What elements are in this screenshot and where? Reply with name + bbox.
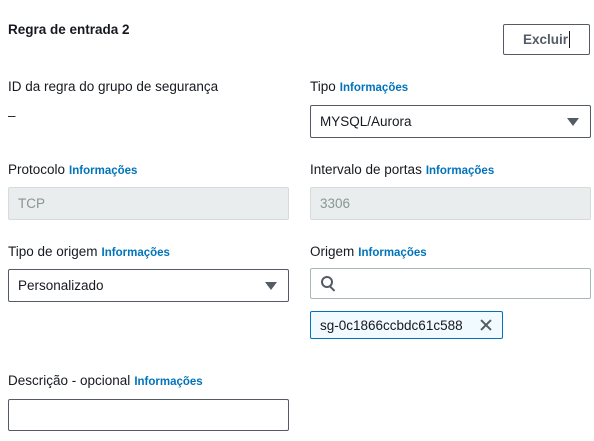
type-info-link[interactable]: Informações (340, 82, 408, 94)
description-input[interactable] (8, 399, 289, 431)
caret-down-icon (265, 282, 277, 290)
rule-id-value: – (8, 108, 16, 123)
source-token: sg-0c1866ccbdc61c588 (310, 311, 503, 339)
delete-button[interactable]: Excluir (503, 24, 590, 55)
protocol-info-link[interactable]: Informações (69, 165, 137, 177)
text-cursor (569, 31, 571, 48)
port-range-label: Intervalo de portas Informações (310, 162, 494, 177)
description-label: Descrição - opcional Informações (8, 373, 203, 388)
source-token-label: sg-0c1866ccbdc61c588 (320, 317, 463, 333)
source-type-info-link[interactable]: Informações (102, 247, 170, 259)
type-select[interactable]: MYSQL/Aurora (310, 105, 591, 138)
source-type-value: Personalizado (18, 278, 104, 293)
type-select-value: MYSQL/Aurora (320, 114, 412, 129)
port-range-label-text: Intervalo de portas (310, 162, 422, 177)
protocol-field: TCP (8, 187, 289, 220)
rule-title: Regra de entrada 2 (8, 22, 130, 37)
protocol-value: TCP (18, 196, 45, 211)
source-label: Origem Informações (310, 244, 427, 259)
delete-button-label: Excluir (522, 32, 569, 47)
port-range-info-link[interactable]: Informações (426, 165, 494, 177)
rule-id-label: ID da regra do grupo de segurança (8, 79, 218, 94)
inbound-rule-panel: Regra de entrada 2 Excluir ID da regra d… (0, 0, 594, 441)
protocol-label: Protocolo Informações (8, 162, 137, 177)
source-type-label: Tipo de origem Informações (8, 244, 170, 259)
port-range-field: 3306 (310, 187, 591, 220)
search-icon (321, 275, 337, 292)
description-label-text: Descrição - opcional (8, 373, 131, 388)
source-info-link[interactable]: Informações (358, 247, 426, 259)
source-search-input[interactable] (310, 268, 591, 299)
source-type-select[interactable]: Personalizado (8, 269, 289, 302)
source-label-text: Origem (310, 244, 355, 259)
rule-id-label-text: ID da regra do grupo de segurança (8, 79, 219, 94)
description-info-link[interactable]: Informações (134, 376, 202, 388)
source-type-label-text: Tipo de origem (8, 244, 98, 259)
type-label-text: Tipo (310, 79, 336, 94)
caret-down-icon (567, 118, 579, 126)
port-range-value: 3306 (320, 196, 351, 211)
type-label: Tipo Informações (310, 79, 408, 94)
protocol-label-text: Protocolo (8, 162, 66, 177)
close-icon[interactable] (479, 318, 493, 332)
